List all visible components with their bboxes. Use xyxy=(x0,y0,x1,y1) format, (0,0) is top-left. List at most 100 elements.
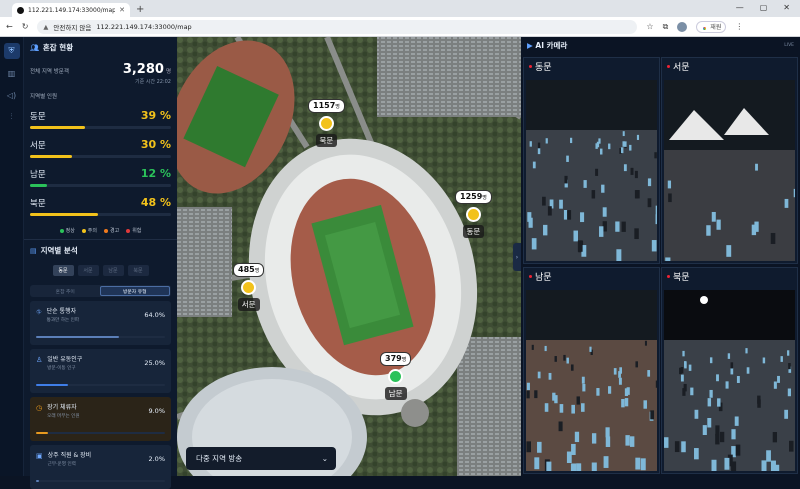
camera-feed-1[interactable]: 서문 xyxy=(661,57,798,264)
address-bar-row: ← ↻ ▲ 안전하지 않음 112.221.149.174:33000/map … xyxy=(0,17,800,37)
marker-south[interactable]: 379명 남문 xyxy=(380,352,412,400)
zone-bar xyxy=(30,126,171,129)
visitor-type-card[interactable]: ⛗ 단순 통행자 통과만 하는 인파 64.0% xyxy=(30,301,171,345)
tab-zone-0[interactable]: 동문 xyxy=(52,265,74,276)
card-title: 장기 체류자 xyxy=(47,404,77,411)
side-rail: ⛨ ▥ ◁) ⫶ xyxy=(0,37,24,476)
map-icon[interactable]: ▥ xyxy=(4,65,20,81)
marker-count: 485명 xyxy=(233,263,265,277)
tab-visitor-type[interactable]: 방문자 유형 xyxy=(99,286,170,296)
marker-east[interactable]: 1259명 동문 xyxy=(455,190,492,238)
count-value: 379 xyxy=(385,354,402,363)
zone-2: 남문 12 % xyxy=(30,167,171,187)
shield-icon[interactable]: ⛨ xyxy=(3,43,20,59)
visitor-type-card[interactable]: ♙ 일반 유동인구 방문·이동 인구 25.0% xyxy=(30,349,171,393)
minimize-icon[interactable]: — xyxy=(736,3,744,12)
marker-west[interactable]: 485명 서문 xyxy=(233,263,265,311)
extensions-icon[interactable]: ⧉ xyxy=(663,22,669,32)
zones-label: 지역별 인원 xyxy=(30,94,58,100)
rec-dot-icon xyxy=(667,64,670,68)
document-icon: ▤ xyxy=(30,246,37,255)
close-tab-icon[interactable]: ✕ xyxy=(119,6,125,14)
tab-title: 112.221.149.174:33000/map xyxy=(28,6,116,14)
camera-feed-0[interactable]: 동문 xyxy=(523,57,660,264)
legend-label: 정상 xyxy=(65,228,75,234)
count-unit: 명 xyxy=(254,268,260,274)
card-bar xyxy=(36,479,165,482)
people-icon: 👥︎ xyxy=(30,43,39,52)
camera-header: ▶︎ AI 카메라 LIVE xyxy=(521,37,800,53)
maximize-icon[interactable]: ▢ xyxy=(760,3,768,12)
sliders-icon[interactable]: ⫶ xyxy=(4,109,20,125)
relaunch-label: 재원 xyxy=(710,24,722,31)
broadcast-label: 다중 지역 방송 xyxy=(196,454,243,463)
tab-zone-1[interactable]: 서문 xyxy=(77,265,99,276)
status-dot xyxy=(241,280,257,295)
zone-name: 북문 xyxy=(30,198,46,209)
legend-item: 정상 xyxy=(59,227,75,234)
card-value: 9.0% xyxy=(148,407,165,415)
relaunch-button[interactable]: 재원 xyxy=(696,20,727,33)
card-bar-fill xyxy=(36,383,69,386)
zone-bar-fill xyxy=(30,126,85,129)
count-unit: 명 xyxy=(401,357,407,363)
new-tab-button[interactable]: + xyxy=(136,3,144,17)
stadium-map[interactable]: 1157명 북문 1259명 동문 485명 서문 379명 남문 다중 지역 … xyxy=(177,37,521,476)
camera-video xyxy=(526,290,657,471)
camera-feed-header: 서문 xyxy=(662,58,797,74)
camera-feed-3[interactable]: 북문 xyxy=(661,267,798,474)
total-label: 전체 지역 방문객 xyxy=(30,69,69,75)
legend-dot xyxy=(126,228,131,233)
status-dot xyxy=(388,369,404,384)
star-icon[interactable]: ☆ xyxy=(646,22,653,31)
close-window-icon[interactable]: ✕ xyxy=(783,3,790,12)
clock-icon: ◷ xyxy=(36,404,43,412)
marker-north[interactable]: 1157명 북문 xyxy=(308,99,345,147)
crowd-scene xyxy=(664,80,795,261)
zone-bar-fill xyxy=(30,184,47,187)
crowd-scene xyxy=(526,80,657,261)
card-bar-fill xyxy=(36,479,39,482)
camera-panel: ▶︎ AI 카메라 LIVE 동문 서문남문 북문 xyxy=(521,37,800,476)
zone-bar-fill xyxy=(30,155,73,158)
legend-item: 주의 xyxy=(81,227,97,234)
tab-trend[interactable]: 혼잡 추이 xyxy=(31,286,100,296)
legend-label: 주의 xyxy=(87,228,97,234)
back-icon[interactable]: ← xyxy=(6,22,13,31)
legend-dot xyxy=(104,228,108,233)
status-dot xyxy=(465,207,481,222)
camera-feed-2[interactable]: 남문 xyxy=(523,267,660,474)
camera-feed-label: 서문 xyxy=(673,62,690,73)
card-bar xyxy=(36,431,165,434)
tab-zone-3[interactable]: 북문 xyxy=(127,265,149,276)
zone-bar-fill xyxy=(30,213,98,216)
card-bar xyxy=(36,383,165,386)
url-text: 112.221.149.174:33000/map xyxy=(96,22,192,31)
avatar[interactable] xyxy=(677,21,688,32)
visitor-type-card[interactable]: ▣ 상주 직원 & 장비 근무·운영 인력 2.0% xyxy=(30,445,171,489)
card-value: 2.0% xyxy=(148,455,165,463)
window-controls: — ▢ ✕ xyxy=(726,0,800,15)
tab-zone-2[interactable]: 남문 xyxy=(102,265,124,276)
status-panel: 👥︎ 혼잡 현황 전체 지역 방문객 3,280 명 기준 시간 22:02 지역… xyxy=(24,37,177,489)
walker-icon: ⛗ xyxy=(36,308,42,316)
zone-percent: 48 % xyxy=(140,196,171,209)
url-field[interactable]: ▲ 안전하지 않음 112.221.149.174:33000/map xyxy=(37,19,638,34)
browser-tab[interactable]: 112.221.149.174:33000/map ✕ xyxy=(12,3,130,17)
count-unit: 명 xyxy=(335,104,340,110)
analysis-title: 지역별 분석 xyxy=(40,246,78,255)
zone-name: 남문 xyxy=(30,169,46,180)
legend-dot xyxy=(81,228,86,233)
view-toggle: 혼잡 추이 방문자 유형 xyxy=(30,285,171,297)
broadcast-dropdown[interactable]: 다중 지역 방송 ⌄ xyxy=(186,447,336,470)
visitor-type-cards: ⛗ 단순 통행자 통과만 하는 인파 64.0% ♙ 일반 유동인구 방문·이동 인구 25.… xyxy=(30,301,171,489)
zone-name: 동문 xyxy=(30,111,46,122)
zone-name: 서문 xyxy=(30,140,46,151)
menu-icon[interactable]: ⋮ xyxy=(735,22,743,31)
visitor-type-card[interactable]: ◷ 장기 체류자 오래 머무는 인원 9.0% xyxy=(30,397,171,441)
collapse-handle[interactable]: › xyxy=(513,243,521,271)
camera-video xyxy=(526,80,657,261)
speaker-icon[interactable]: ◁) xyxy=(4,87,20,103)
reload-icon[interactable]: ↻ xyxy=(22,22,29,31)
zone-0: 동문 39 % xyxy=(30,109,171,129)
